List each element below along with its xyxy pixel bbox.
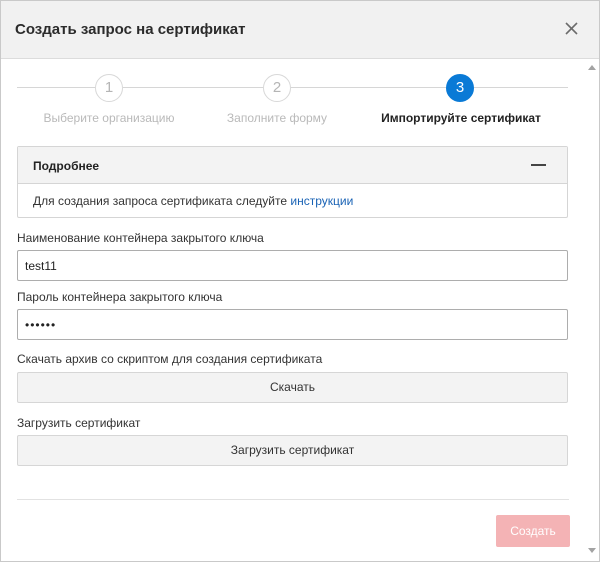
scrollbar[interactable] (585, 59, 599, 561)
instruction-text: Для создания запроса сертификата следуйт… (33, 194, 291, 208)
container-password-label: Пароль контейнера закрытого ключа (17, 290, 223, 304)
step-3-label: Импортируйте сертификат (381, 111, 541, 125)
scroll-down-arrow-icon[interactable] (588, 548, 596, 553)
download-button[interactable]: Скачать (17, 372, 568, 403)
step-2-circle[interactable]: 2 (263, 74, 291, 102)
dialog-title: Создать запрос на сертификат (15, 21, 246, 38)
download-archive-label: Скачать архив со скриптом для создания с… (17, 352, 323, 366)
container-name-input[interactable] (17, 250, 568, 281)
details-panel-text: Для создания запроса сертификата следуйт… (33, 194, 353, 208)
stepper-line (474, 87, 568, 88)
stepper-line (17, 87, 95, 88)
close-icon[interactable] (561, 18, 583, 40)
step-1-circle[interactable]: 1 (95, 74, 123, 102)
stepper-line (291, 87, 446, 88)
container-name-label: Наименование контейнера закрытого ключа (17, 231, 264, 245)
step-1-label[interactable]: Выберите организацию (29, 111, 189, 125)
footer-divider (17, 499, 569, 500)
step-3-circle: 3 (446, 74, 474, 102)
minus-icon[interactable] (531, 164, 546, 166)
step-2-label[interactable]: Заполните форму (197, 111, 357, 125)
stepper-line (123, 87, 263, 88)
details-panel: Подробнее Для создания запроса сертифика… (17, 146, 568, 218)
container-password-input[interactable] (17, 309, 568, 340)
upload-certificate-button[interactable]: Загрузить сертификат (17, 435, 568, 466)
create-button[interactable]: Создать (496, 515, 570, 547)
details-panel-header[interactable]: Подробнее (18, 147, 567, 184)
create-certificate-request-dialog: Создать запрос на сертификат 1 Выберите … (0, 0, 600, 562)
instructions-link[interactable]: инструкции (290, 194, 353, 208)
scroll-up-arrow-icon[interactable] (588, 65, 596, 70)
details-panel-title: Подробнее (33, 159, 100, 173)
upload-certificate-label: Загрузить сертификат (17, 416, 141, 430)
dialog-header: Создать запрос на сертификат (1, 1, 599, 59)
